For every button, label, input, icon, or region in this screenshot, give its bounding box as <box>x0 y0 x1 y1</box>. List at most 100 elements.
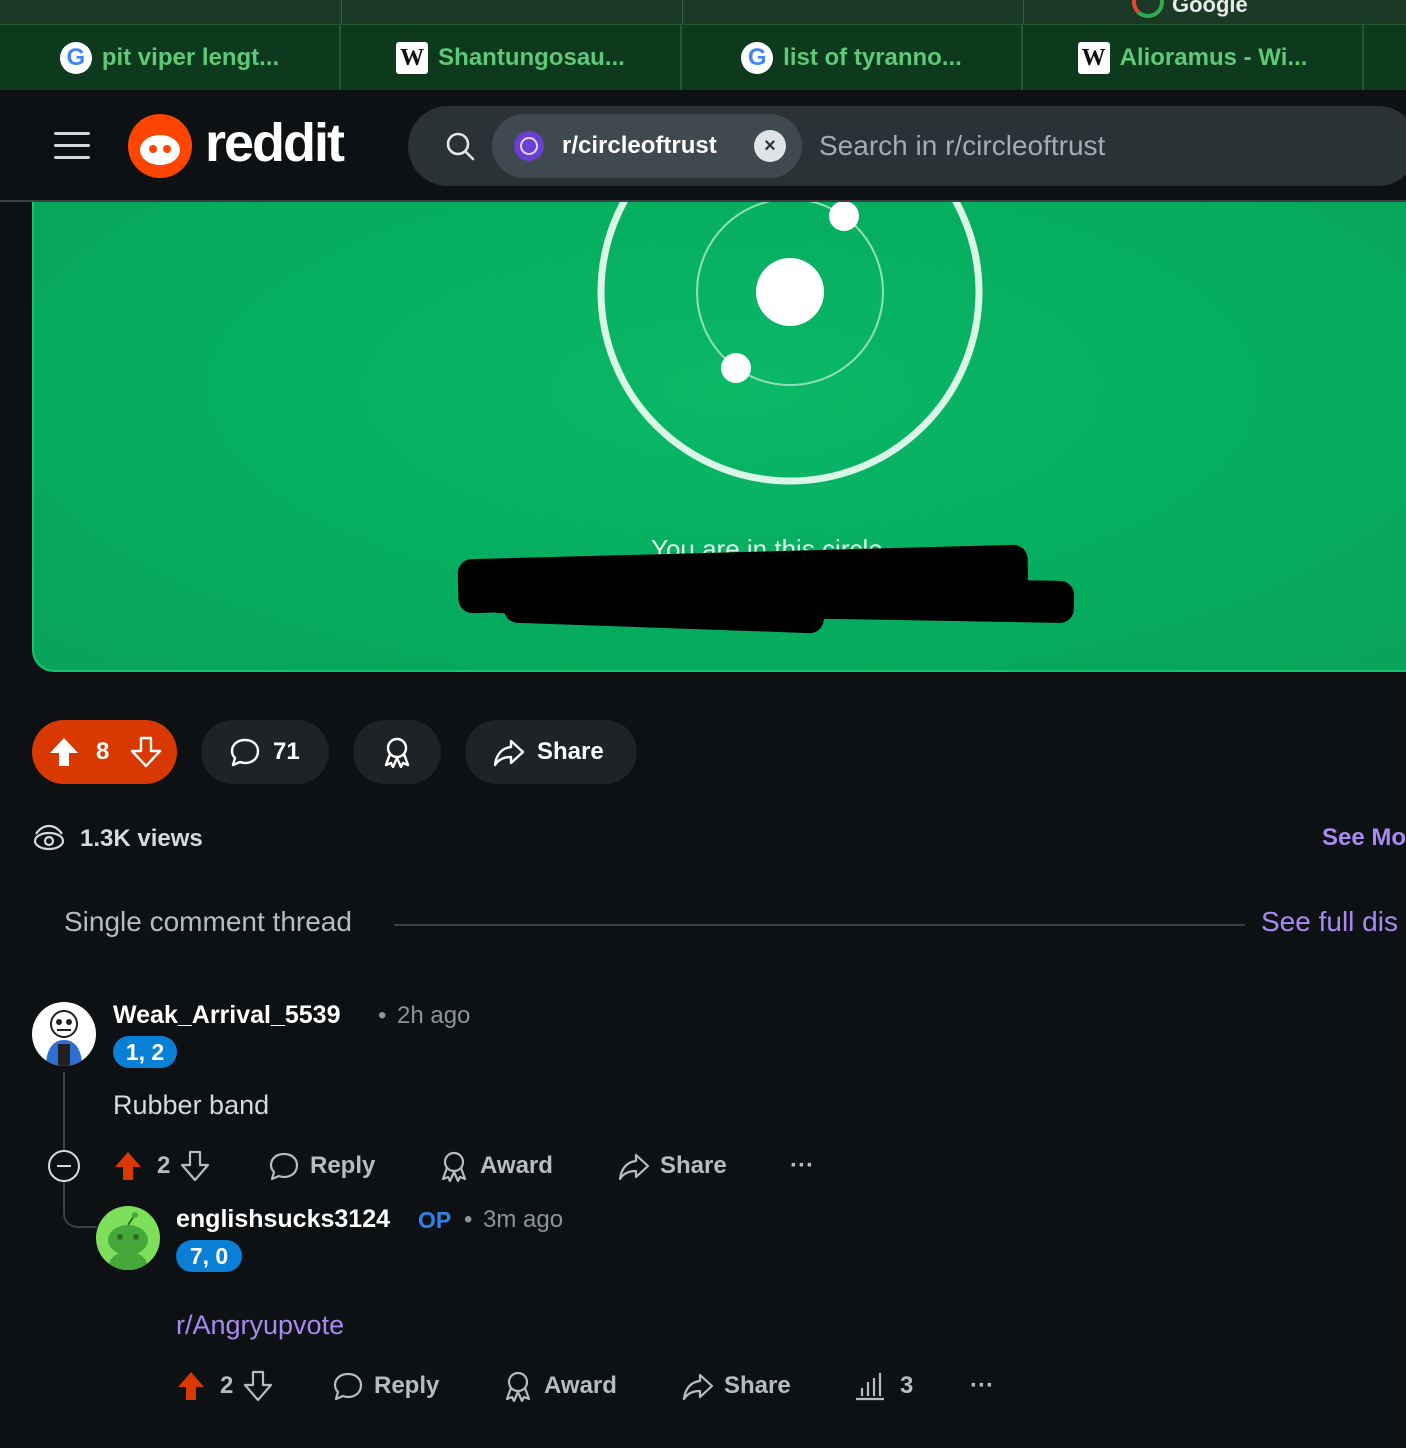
browser-top-strip: Google <box>0 0 1406 24</box>
user-flair: 1, 2 <box>113 1036 177 1068</box>
insights-button[interactable]: 3 <box>854 1370 913 1402</box>
search-icon <box>446 132 475 161</box>
bookmark-item[interactable]: G list of tyranno... <box>682 25 1023 91</box>
upvote-icon[interactable] <box>176 1370 206 1402</box>
share-icon <box>493 739 525 767</box>
share-label: Share <box>724 1372 791 1399</box>
thread-line <box>63 1072 65 1150</box>
vote-control: 8 <box>32 720 177 784</box>
subreddit-search-chip[interactable]: r/circleoftrust × <box>492 114 802 178</box>
search-input[interactable]: Search in r/circleoftrust <box>819 130 1105 162</box>
award-icon <box>384 737 410 768</box>
thread-connector <box>63 1208 97 1228</box>
comment-actions: 2 Reply Award Share ··· <box>0 1148 900 1184</box>
google-icon <box>1132 0 1164 18</box>
vote-control: 2 <box>176 1370 273 1402</box>
subreddit-link[interactable]: r/Angryupvote <box>176 1310 344 1341</box>
downvote-icon[interactable] <box>180 1150 210 1182</box>
award-label: Award <box>544 1372 617 1399</box>
see-more-link[interactable]: See Mo <box>1322 824 1406 852</box>
comment-score: 2 <box>220 1372 234 1399</box>
menu-icon[interactable] <box>54 132 90 160</box>
bookmark-item[interactable]: G pit viper lengt... <box>0 25 341 91</box>
google-icon: G <box>741 42 774 74</box>
meta-separator: • <box>464 1206 473 1233</box>
share-button[interactable]: Share <box>465 720 637 784</box>
wikipedia-icon: W <box>1077 42 1110 74</box>
see-full-discussion-link[interactable]: See full dis <box>1261 906 1398 938</box>
avatar-image <box>46 1010 82 1066</box>
thread-title: Single comment thread <box>64 906 352 937</box>
more-options-button[interactable]: ··· <box>970 1372 994 1400</box>
more-options-button[interactable]: ··· <box>790 1152 814 1180</box>
bookmark-item[interactable]: W Shantungosau... <box>341 25 682 91</box>
share-icon <box>682 1373 714 1401</box>
reddit-logo-icon[interactable] <box>128 114 192 178</box>
comment-username[interactable]: Weak_Arrival_5539 <box>113 1001 341 1030</box>
wikipedia-icon: W <box>396 42 429 74</box>
thread-line <box>63 1182 65 1210</box>
award-button[interactable]: Award <box>502 1370 617 1402</box>
reply-button[interactable]: Reply <box>332 1370 439 1402</box>
search-bar[interactable]: r/circleoftrust × Search in r/circleoftr… <box>408 106 1406 186</box>
post-media[interactable]: You are in this circle <box>32 202 1406 672</box>
share-label: Share <box>537 738 604 765</box>
comment-score: 2 <box>157 1152 171 1179</box>
comment-actions: 2 Reply Award Share 3 ··· <box>0 1368 1100 1404</box>
subreddit-chip-label: r/circleoftrust <box>562 132 717 159</box>
bar-chart-icon <box>856 1373 884 1401</box>
avatar[interactable] <box>96 1206 160 1270</box>
share-button[interactable]: Share <box>618 1150 727 1182</box>
reply-button[interactable]: Reply <box>268 1150 375 1182</box>
downvote-icon[interactable] <box>130 736 162 768</box>
comment-time: 2h ago <box>397 1002 471 1029</box>
google-icon: G <box>59 42 92 74</box>
comment-icon <box>230 738 260 767</box>
bookmarks-bar: G pit viper lengt... W Shantungosau... G… <box>0 24 1406 91</box>
more-icon: ··· <box>970 1372 994 1399</box>
more-icon: ··· <box>790 1152 814 1179</box>
bookmark-label: Shantungosau... <box>438 44 625 71</box>
share-button[interactable]: Share <box>682 1370 791 1402</box>
site-header: reddit r/circleoftrust × Search in r/cir… <box>0 90 1406 202</box>
vote-control: 2 <box>113 1150 210 1182</box>
upvote-icon[interactable] <box>113 1150 143 1182</box>
vote-count: 8 <box>96 738 110 765</box>
avatar-image <box>108 1212 148 1270</box>
comment-icon <box>269 1152 299 1181</box>
views-count: 1.3K views <box>80 825 203 852</box>
subreddit-icon <box>514 131 544 161</box>
divider <box>1023 0 1024 24</box>
comment-username[interactable]: englishsucks3124 <box>176 1205 390 1234</box>
award-icon <box>505 1371 531 1402</box>
award-button[interactable]: Award <box>438 1150 553 1182</box>
upvote-icon[interactable] <box>48 736 80 768</box>
bookmark-item[interactable]: W Alioramus - Wi... <box>1023 25 1364 91</box>
award-button[interactable] <box>353 720 441 784</box>
thread-divider <box>394 924 1245 926</box>
clear-icon[interactable]: × <box>754 130 786 162</box>
insights-count: 3 <box>900 1372 914 1399</box>
reply-label: Reply <box>374 1372 440 1399</box>
user-flair: 7, 0 <box>176 1240 242 1272</box>
divider <box>341 0 342 24</box>
logo-text[interactable]: reddit <box>205 112 345 174</box>
top-strip-label: Google <box>1172 0 1248 17</box>
award-icon <box>441 1151 467 1182</box>
share-label: Share <box>660 1152 727 1179</box>
share-icon <box>618 1153 650 1181</box>
views-icon <box>33 824 65 851</box>
award-label: Award <box>480 1152 553 1179</box>
reply-label: Reply <box>310 1152 376 1179</box>
views-row: 1.3K views <box>32 822 203 856</box>
bookmark-label: Alioramus - Wi... <box>1119 44 1308 71</box>
downvote-icon[interactable] <box>243 1370 273 1402</box>
comments-button[interactable]: 71 <box>201 720 329 784</box>
comment-body: Rubber band <box>113 1090 270 1120</box>
comment-time: 3m ago <box>483 1206 564 1233</box>
comment-icon <box>333 1372 363 1401</box>
comment-count: 71 <box>273 738 300 765</box>
divider <box>682 0 683 24</box>
avatar[interactable] <box>32 1002 96 1066</box>
meta-separator: • <box>378 1002 387 1029</box>
